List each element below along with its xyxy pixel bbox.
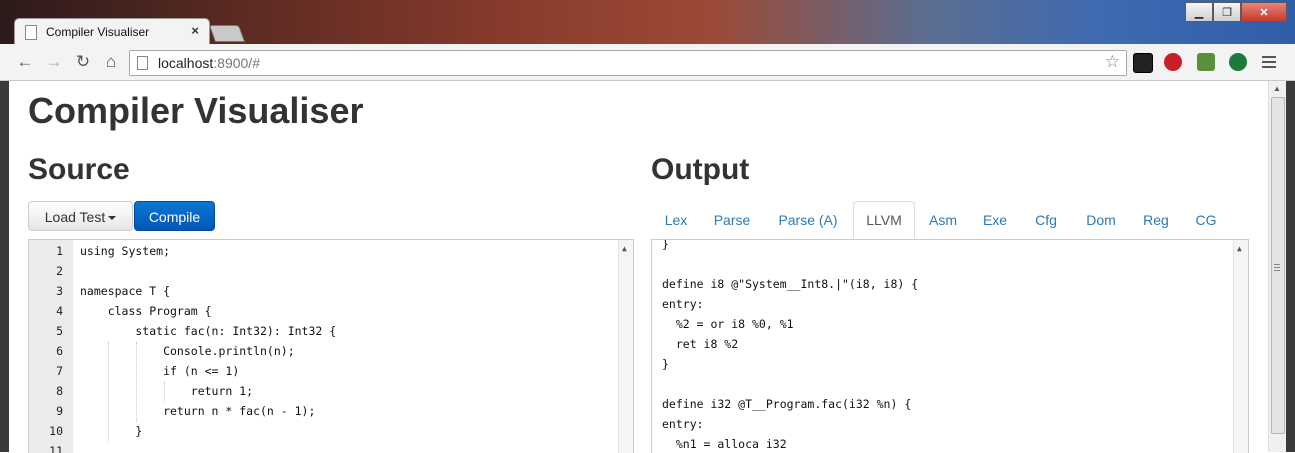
output-line: ret i8 %2 [662, 337, 739, 351]
line-number: 5 [56, 324, 63, 338]
maximize-button[interactable]: ❐ [1213, 2, 1241, 22]
browser-tab[interactable]: Compiler Visualiser × [14, 18, 210, 45]
page-scrollbar[interactable]: ▲ [1268, 81, 1286, 452]
output-line: define i8 @"System__Int8.|"(i8, i8) { [662, 277, 919, 291]
url-text[interactable]: localhost:8900/# [158, 55, 260, 71]
line-number: 9 [56, 404, 63, 418]
tab-asm[interactable]: Asm [917, 201, 969, 239]
tab-close-icon[interactable]: × [191, 23, 199, 38]
page-content: Compiler Visualiser Source Output Load T… [9, 81, 1268, 453]
code-line: return n * fac(n - 1); [80, 404, 316, 418]
tab-cg[interactable]: CG [1181, 201, 1231, 239]
output-line: %n1 = alloca i32 [662, 437, 787, 451]
code-line: return 1; [80, 384, 254, 398]
output-pane[interactable]: } define i8 @"System__Int8.|"(i8, i8) { … [651, 239, 1249, 453]
back-arrow-icon[interactable]: ← [14, 51, 36, 73]
address-bar[interactable]: localhost:8900/# ☆ [129, 50, 1127, 76]
close-window-button[interactable]: ✕ [1241, 2, 1287, 22]
source-heading: Source [28, 153, 130, 186]
output-line: entry: [662, 417, 704, 431]
line-number: 3 [56, 284, 63, 298]
output-line: define i32 @T__Program.fac(i32 %n) { [662, 397, 912, 411]
minimize-button[interactable]: ▁ [1185, 2, 1213, 22]
output-scrollbar[interactable]: ▲ [1233, 240, 1248, 453]
tab-exe[interactable]: Exe [969, 201, 1021, 239]
code-line: namespace T { [80, 284, 171, 298]
window-controls: ▁ ❐ ✕ [1185, 2, 1287, 22]
code-line: class Program { [80, 304, 212, 318]
line-number: 7 [56, 364, 63, 378]
tab-cfg[interactable]: Cfg [1021, 201, 1071, 239]
source-editor[interactable]: 1 2 3 4 5 6 7 8 9 10 11 using System; na… [28, 239, 634, 453]
window-border-right [1286, 81, 1295, 452]
output-tabs: Lex Parse Parse (A) LLVM Asm Exe Cfg Dom… [651, 201, 1248, 240]
forward-arrow-icon[interactable]: → [43, 51, 65, 73]
code-line: using System; [80, 244, 171, 258]
line-number: 6 [56, 344, 63, 358]
extension-green-icon[interactable] [1197, 53, 1215, 71]
extension-clock-icon[interactable] [1229, 53, 1247, 71]
line-number: 4 [56, 304, 63, 318]
code-line: static fac(n: Int32): Int32 { [80, 324, 337, 338]
page-title: Compiler Visualiser [28, 90, 364, 131]
reload-icon[interactable]: ↻ [72, 51, 94, 73]
output-line: } [662, 357, 669, 371]
load-test-button[interactable]: Load Test [28, 201, 133, 231]
code-line: Console.println(n); [80, 344, 295, 358]
scroll-up-icon[interactable]: ▲ [622, 244, 627, 253]
window-titlebar: Compiler Visualiser × ▁ ❐ ✕ [0, 0, 1295, 45]
menu-icon[interactable] [1262, 53, 1276, 71]
home-icon[interactable]: ⌂ [100, 51, 122, 73]
browser-toolbar: ← → ↻ ⌂ localhost:8900/# ☆ [0, 44, 1295, 81]
line-number: 2 [56, 264, 63, 278]
line-number: 8 [56, 384, 63, 398]
star-icon[interactable]: ☆ [1105, 52, 1120, 72]
code-line: } [80, 424, 143, 438]
tab-parse[interactable]: Parse [701, 201, 763, 239]
scrollbar-grip-icon [1274, 262, 1280, 273]
scroll-up-icon[interactable]: ▲ [1237, 244, 1242, 253]
tab-llvm[interactable]: LLVM [853, 201, 915, 239]
extension-s-icon[interactable] [1133, 53, 1153, 73]
new-tab-button[interactable] [208, 25, 246, 42]
tab-lex[interactable]: Lex [651, 201, 701, 239]
source-scrollbar[interactable]: ▲ [618, 240, 633, 453]
code-line: if (n <= 1) [80, 364, 240, 378]
tab-parse-a[interactable]: Parse (A) [763, 201, 853, 239]
output-heading: Output [651, 153, 750, 186]
tab-reg[interactable]: Reg [1131, 201, 1181, 239]
caret-down-icon [108, 216, 117, 221]
output-line: } [662, 239, 669, 251]
tab-dom[interactable]: Dom [1071, 201, 1131, 239]
page-icon [137, 56, 148, 70]
scroll-up-icon[interactable]: ▲ [1273, 84, 1281, 93]
tab-title: Compiler Visualiser [46, 25, 150, 39]
compile-button[interactable]: Compile [134, 201, 215, 231]
window-border-left [0, 81, 9, 452]
extension-stop-icon[interactable] [1164, 53, 1182, 71]
output-line: %2 = or i8 %0, %1 [662, 317, 794, 331]
output-line: entry: [662, 297, 704, 311]
line-number: 10 [49, 424, 63, 438]
page-icon [25, 25, 37, 40]
line-number: 1 [56, 244, 63, 258]
